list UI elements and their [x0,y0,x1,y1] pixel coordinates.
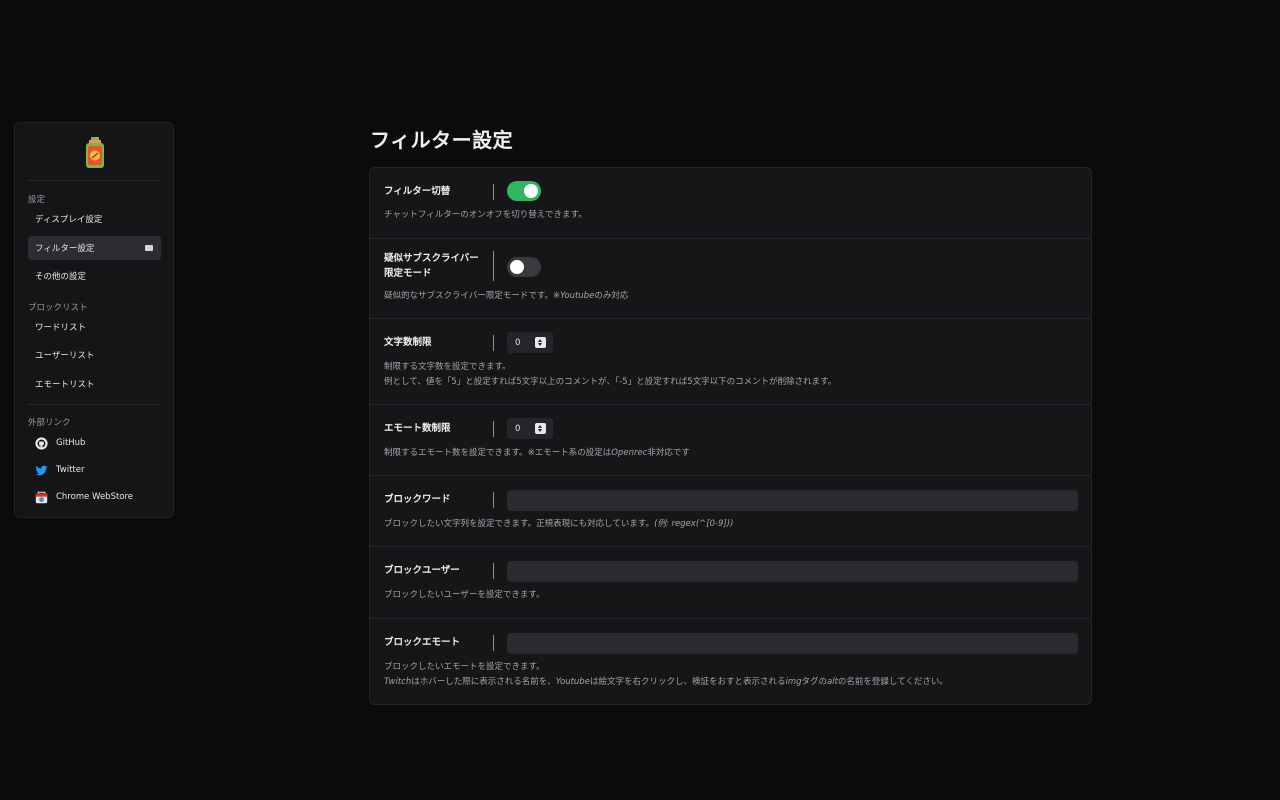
sidebar-link-label: Chrome WebStore [56,492,134,502]
sidebar-item-label: その他の設定 [35,272,87,282]
section-label-external: 外部リンク [28,418,71,428]
section-label-blocklist: ブロックリスト [28,303,88,313]
sidebar-divider [27,180,161,181]
sidebar-link-github[interactable]: GitHub [28,431,161,455]
sidebar-link-label: Twitter [56,465,85,475]
desc-text: は絵文字を右クリックし、検証をおすと表示される [589,677,786,687]
block-user-input[interactable] [507,561,1078,582]
github-icon [35,436,48,450]
setting-row-block-user: ブロックユーザー ブロックしたいユーザーを設定できます。 [370,546,1091,619]
sidebar-item-label: フィルター設定 [35,244,95,254]
section-label-settings: 設定 [28,195,46,205]
toggle-knob [510,260,524,274]
setting-label: 疑似サブスクライバー 限定モード [384,251,479,281]
setting-label: フィルター切替 [384,186,451,197]
sidebar: 設定 ディスプレイ設定 フィルター設定 その他の設定 ブロックリスト ワードリス… [14,122,174,518]
label-divider [493,635,494,651]
desc-emphasis: Openrec [611,448,648,458]
setting-description: ブロックしたいユーザーを設定できます。 [384,590,545,600]
desc-emphasis: (例: regex(^[0-9])) [654,519,734,529]
desc-emphasis: img [785,677,802,687]
chrome-webstore-icon [35,491,48,504]
sidebar-item-wordlist[interactable]: ワードリスト [28,315,161,339]
sidebar-item-label: ワードリスト [35,323,87,333]
setting-row-block-word: ブロックワード ブロックしたい文字列を設定できます。正規表現にも対応しています。… [370,475,1091,547]
active-indicator-icon [145,245,153,251]
number-value: 0 [515,337,521,348]
sidebar-item-other[interactable]: その他の設定 [28,264,161,288]
setting-row-block-emote: ブロックエモート ブロックしたいエモートを設定できます。 Twitchはホバーし… [370,618,1091,705]
desc-text: のみ対応 [594,291,629,301]
setting-description: ブロックしたい文字列を設定できます。正規表現にも対応しています。(例: rege… [384,517,733,532]
emote-limit-number-input[interactable]: 0 [507,418,553,439]
setting-row-emote-limit: エモート数制限 0 制限するエモート数を設定できます。※エモート系の設定はOpe… [370,404,1091,476]
spinner-icon[interactable] [535,423,546,434]
label-divider [493,421,494,437]
desc-text: ブロックしたい文字列を設定できます。正規表現にも対応しています。 [384,519,655,529]
desc-emphasis: Youtube [555,677,590,687]
setting-label-line1: 疑似サブスクライバー [384,253,479,264]
battery-logo-icon [83,137,107,169]
setting-label-line2: 限定モード [384,268,432,279]
spinner-icon[interactable] [535,337,546,348]
desc-text: 非対応です [647,448,690,458]
desc-emphasis: alt [827,677,838,687]
setting-row-char-limit: 文字数制限 0 制限する文字数を設定できます。 例として、値を「5」と設定すれば… [370,318,1091,405]
char-limit-number-input[interactable]: 0 [507,332,553,353]
settings-panel: フィルター切替 チャットフィルターのオンオフを切り替えできます。 疑似サブスクラ… [369,167,1092,705]
setting-label: エモート数制限 [384,423,451,434]
desc-text: 疑似的なサブスクライバー限定モードです。※ [384,291,561,301]
sidebar-item-label: ユーザーリスト [35,351,95,361]
desc-emphasis: Youtube [560,291,595,301]
label-divider [493,184,494,200]
pseudo-subscriber-toggle-switch[interactable] [507,257,541,277]
sidebar-divider [27,404,161,405]
sidebar-item-display[interactable]: ディスプレイ設定 [28,207,161,231]
desc-text: はホバーした際に表示される名前を、 [411,677,556,687]
block-emote-input[interactable] [507,633,1078,654]
sidebar-link-label: GitHub [56,438,86,448]
label-divider [493,563,494,579]
sidebar-item-label: ディスプレイ設定 [35,215,103,225]
label-divider [493,492,494,508]
desc-text: の名前を登録してください。 [837,677,948,687]
label-divider [493,251,494,281]
block-word-input[interactable] [507,490,1078,511]
setting-label: ブロックユーザー [384,565,460,576]
desc-text: 制限するエモート数を設定できます。※エモート系の設定は [384,448,612,458]
setting-label: ブロックワード [384,494,451,505]
setting-row-filter-toggle: フィルター切替 チャットフィルターのオンオフを切り替えできます。 [370,168,1091,238]
setting-label: 文字数制限 [384,337,432,348]
setting-description: 制限する文字数を設定できます。 例として、値を「5」と設定すれば5文字以上のコメ… [384,360,836,390]
setting-description: 制限するエモート数を設定できます。※エモート系の設定はOpenrec非対応です [384,446,690,461]
toggle-knob [524,184,538,198]
desc-line: Twitchはホバーした際に表示される名前を、Youtubeは絵文字を右クリック… [384,675,948,690]
desc-line: 例として、値を「5」と設定すれば5文字以上のコメントが、「-5」と設定すれば5文… [384,377,837,387]
setting-description: チャットフィルターのオンオフを切り替えできます。 [384,210,587,220]
filter-toggle-switch[interactable] [507,181,541,201]
sidebar-item-emotelist[interactable]: エモートリスト [28,372,161,396]
desc-line: ブロックしたいエモートを設定できます。 [384,662,545,672]
setting-description: ブロックしたいエモートを設定できます。 Twitchはホバーした際に表示される名… [384,660,948,690]
sidebar-link-twitter[interactable]: Twitter [28,458,161,482]
twitter-icon [35,464,48,477]
page-title: フィルター設定 [370,128,514,152]
setting-description: 疑似的なサブスクライバー限定モードです。※Youtubeのみ対応 [384,289,628,304]
sidebar-item-filter[interactable]: フィルター設定 [28,236,161,260]
sidebar-item-label: エモートリスト [35,380,95,390]
number-value: 0 [515,423,521,434]
setting-label: ブロックエモート [384,637,461,648]
desc-line: 制限する文字数を設定できます。 [384,362,511,372]
setting-row-pseudo-subscriber: 疑似サブスクライバー 限定モード 疑似的なサブスクライバー限定モードです。※Yo… [370,238,1091,319]
desc-text: タグの [801,677,828,687]
desc-emphasis: Twitch [384,677,412,687]
sidebar-link-chrome-webstore[interactable]: Chrome WebStore [28,485,161,509]
label-divider [493,335,494,351]
sidebar-item-userlist[interactable]: ユーザーリスト [28,343,161,367]
